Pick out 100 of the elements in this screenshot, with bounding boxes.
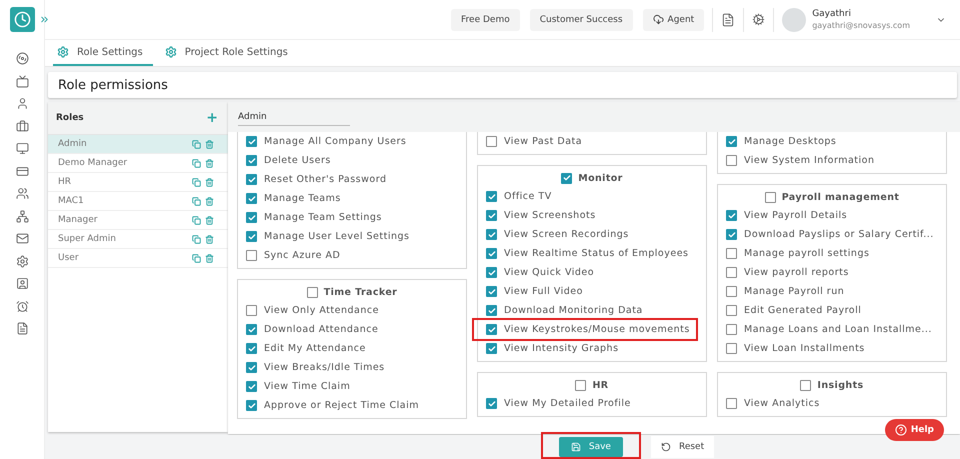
checkbox[interactable]	[486, 210, 497, 221]
permission-label: View Loan Installments	[744, 343, 865, 354]
tab[interactable]: Role Settings	[53, 40, 153, 66]
checkbox[interactable]	[246, 212, 257, 223]
role-item[interactable]: HR	[48, 173, 228, 192]
users-icon[interactable]	[16, 187, 28, 200]
checkbox[interactable]	[764, 192, 776, 202]
team-icon[interactable]	[16, 210, 28, 222]
copy-icon[interactable]	[192, 254, 201, 262]
permission-label: Approve or Reject Time Claim	[264, 400, 420, 411]
copy-icon[interactable]	[192, 178, 201, 186]
role-item[interactable]: User	[48, 249, 228, 268]
checkbox[interactable]	[800, 380, 812, 390]
checkbox[interactable]	[726, 210, 737, 221]
trash-icon[interactable]	[205, 140, 214, 148]
checkbox[interactable]	[246, 155, 257, 166]
tab[interactable]: Project Role Settings	[160, 40, 298, 66]
checkbox[interactable]	[306, 286, 318, 298]
reset-icon	[660, 442, 671, 452]
copy-icon[interactable]	[192, 196, 201, 206]
checkbox[interactable]	[726, 136, 737, 147]
checkbox[interactable]	[726, 155, 737, 166]
help-button[interactable]: Help	[884, 419, 944, 441]
checkbox[interactable]	[246, 250, 257, 261]
briefcase-icon[interactable]	[16, 120, 28, 132]
header-button[interactable]: Agent	[642, 8, 704, 30]
group-title: Monitor	[578, 172, 623, 184]
add-role-button[interactable]: +	[206, 110, 218, 126]
save-button[interactable]: Save	[558, 437, 623, 457]
role-item[interactable]: Super Admin	[48, 230, 228, 249]
user-name: Gayathri	[812, 9, 852, 19]
copy-icon[interactable]	[192, 140, 201, 148]
alarm-icon[interactable]	[16, 300, 28, 312]
header-button[interactable]: Customer Success	[530, 8, 633, 30]
permission-label: Download Attendance	[264, 324, 378, 335]
checkbox[interactable]	[246, 324, 257, 335]
checkbox[interactable]	[726, 248, 737, 259]
checkbox[interactable]	[486, 136, 497, 147]
checkbox[interactable]	[726, 229, 737, 240]
checkbox[interactable]	[246, 381, 257, 392]
checkbox[interactable]	[726, 286, 737, 297]
checkbox[interactable]	[486, 286, 497, 297]
checkbox[interactable]	[486, 248, 497, 259]
trash-icon[interactable]	[205, 234, 214, 244]
document-icon[interactable]	[721, 12, 736, 26]
checkbox[interactable]	[726, 324, 737, 335]
checkbox[interactable]	[726, 305, 737, 316]
document-icon[interactable]	[16, 322, 28, 335]
trash-icon[interactable]	[205, 178, 214, 186]
checkbox[interactable]	[246, 136, 257, 147]
mail-icon[interactable]	[16, 232, 28, 245]
tv-icon[interactable]	[16, 74, 28, 88]
page-title: Role permissions	[48, 72, 957, 98]
role-field[interactable]: Admin	[238, 108, 350, 126]
group-title: Insights	[817, 380, 864, 390]
profile-icon[interactable]	[16, 277, 28, 290]
copy-icon[interactable]	[192, 216, 201, 224]
checkbox[interactable]	[486, 343, 497, 354]
help-icon	[894, 424, 907, 436]
trash-icon[interactable]	[205, 216, 214, 224]
trash-icon[interactable]	[205, 158, 214, 168]
checkbox[interactable]	[486, 191, 497, 202]
header-button[interactable]: Free Demo	[451, 8, 520, 30]
expand-icon[interactable]	[39, 14, 50, 25]
card-icon[interactable]	[16, 164, 28, 178]
checkbox[interactable]	[246, 305, 257, 316]
trash-icon[interactable]	[205, 196, 214, 206]
target-icon[interactable]	[16, 52, 28, 65]
checkbox[interactable]	[246, 231, 257, 242]
checkbox[interactable]	[726, 267, 737, 278]
reset-button[interactable]: Reset	[650, 436, 714, 458]
checkbox[interactable]	[486, 267, 497, 278]
copy-icon[interactable]	[192, 234, 201, 244]
copy-icon[interactable]	[192, 158, 201, 168]
permission-label: View Analytics	[744, 398, 820, 409]
trash-icon[interactable]	[205, 254, 214, 262]
user-icon[interactable]	[16, 97, 28, 110]
settings-icon[interactable]	[16, 254, 28, 268]
monitor-icon[interactable]	[16, 142, 28, 155]
checkbox[interactable]	[246, 193, 257, 204]
role-item[interactable]: Demo Manager	[48, 154, 228, 173]
checkbox[interactable]	[486, 324, 497, 335]
checkbox[interactable]	[486, 229, 497, 240]
checkbox[interactable]	[486, 305, 497, 316]
role-item[interactable]: Admin	[48, 135, 228, 154]
checkbox[interactable]	[486, 398, 497, 409]
checkbox[interactable]	[561, 172, 572, 184]
group-title: Time Tracker	[324, 286, 398, 298]
checkbox[interactable]	[246, 174, 257, 185]
checkbox[interactable]	[726, 343, 737, 354]
checkbox[interactable]	[726, 398, 737, 409]
role-item[interactable]: Manager	[48, 211, 228, 230]
gear-icon	[164, 46, 177, 58]
settings-icon[interactable]	[752, 13, 766, 26]
role-item[interactable]: MAC1	[48, 192, 228, 211]
checkbox[interactable]	[575, 380, 586, 390]
checkbox[interactable]	[246, 362, 257, 373]
checkbox[interactable]	[246, 343, 257, 354]
checkbox[interactable]	[246, 400, 257, 411]
clock-logo-icon[interactable]	[10, 7, 34, 32]
